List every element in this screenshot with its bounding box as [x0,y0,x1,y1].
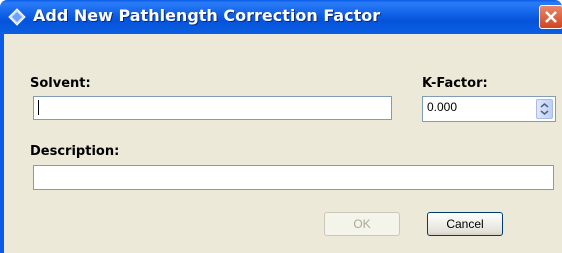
window-title: Add New Pathlength Correction Factor [33,6,381,25]
ok-button[interactable]: OK [324,212,400,236]
cancel-button[interactable]: Cancel [427,212,503,236]
dialog-window: Add New Pathlength Correction Factor Sol… [0,0,562,253]
close-button[interactable] [539,5,562,29]
close-icon [545,11,557,23]
text-caret [38,100,39,115]
description-label: Description: [30,144,120,159]
solvent-label: Solvent: [30,76,91,91]
solvent-input[interactable] [33,96,392,120]
kfactor-value: 0.000 [427,100,458,114]
spinner-buttons[interactable] [536,99,553,119]
kfactor-label: K-Factor: [422,76,488,91]
spinner-arrows-icon [540,103,549,115]
kfactor-spinner[interactable]: 0.000 [422,96,556,122]
title-bar[interactable]: Add New Pathlength Correction Factor [0,0,562,34]
app-icon [8,8,26,26]
description-input[interactable] [33,165,554,190]
